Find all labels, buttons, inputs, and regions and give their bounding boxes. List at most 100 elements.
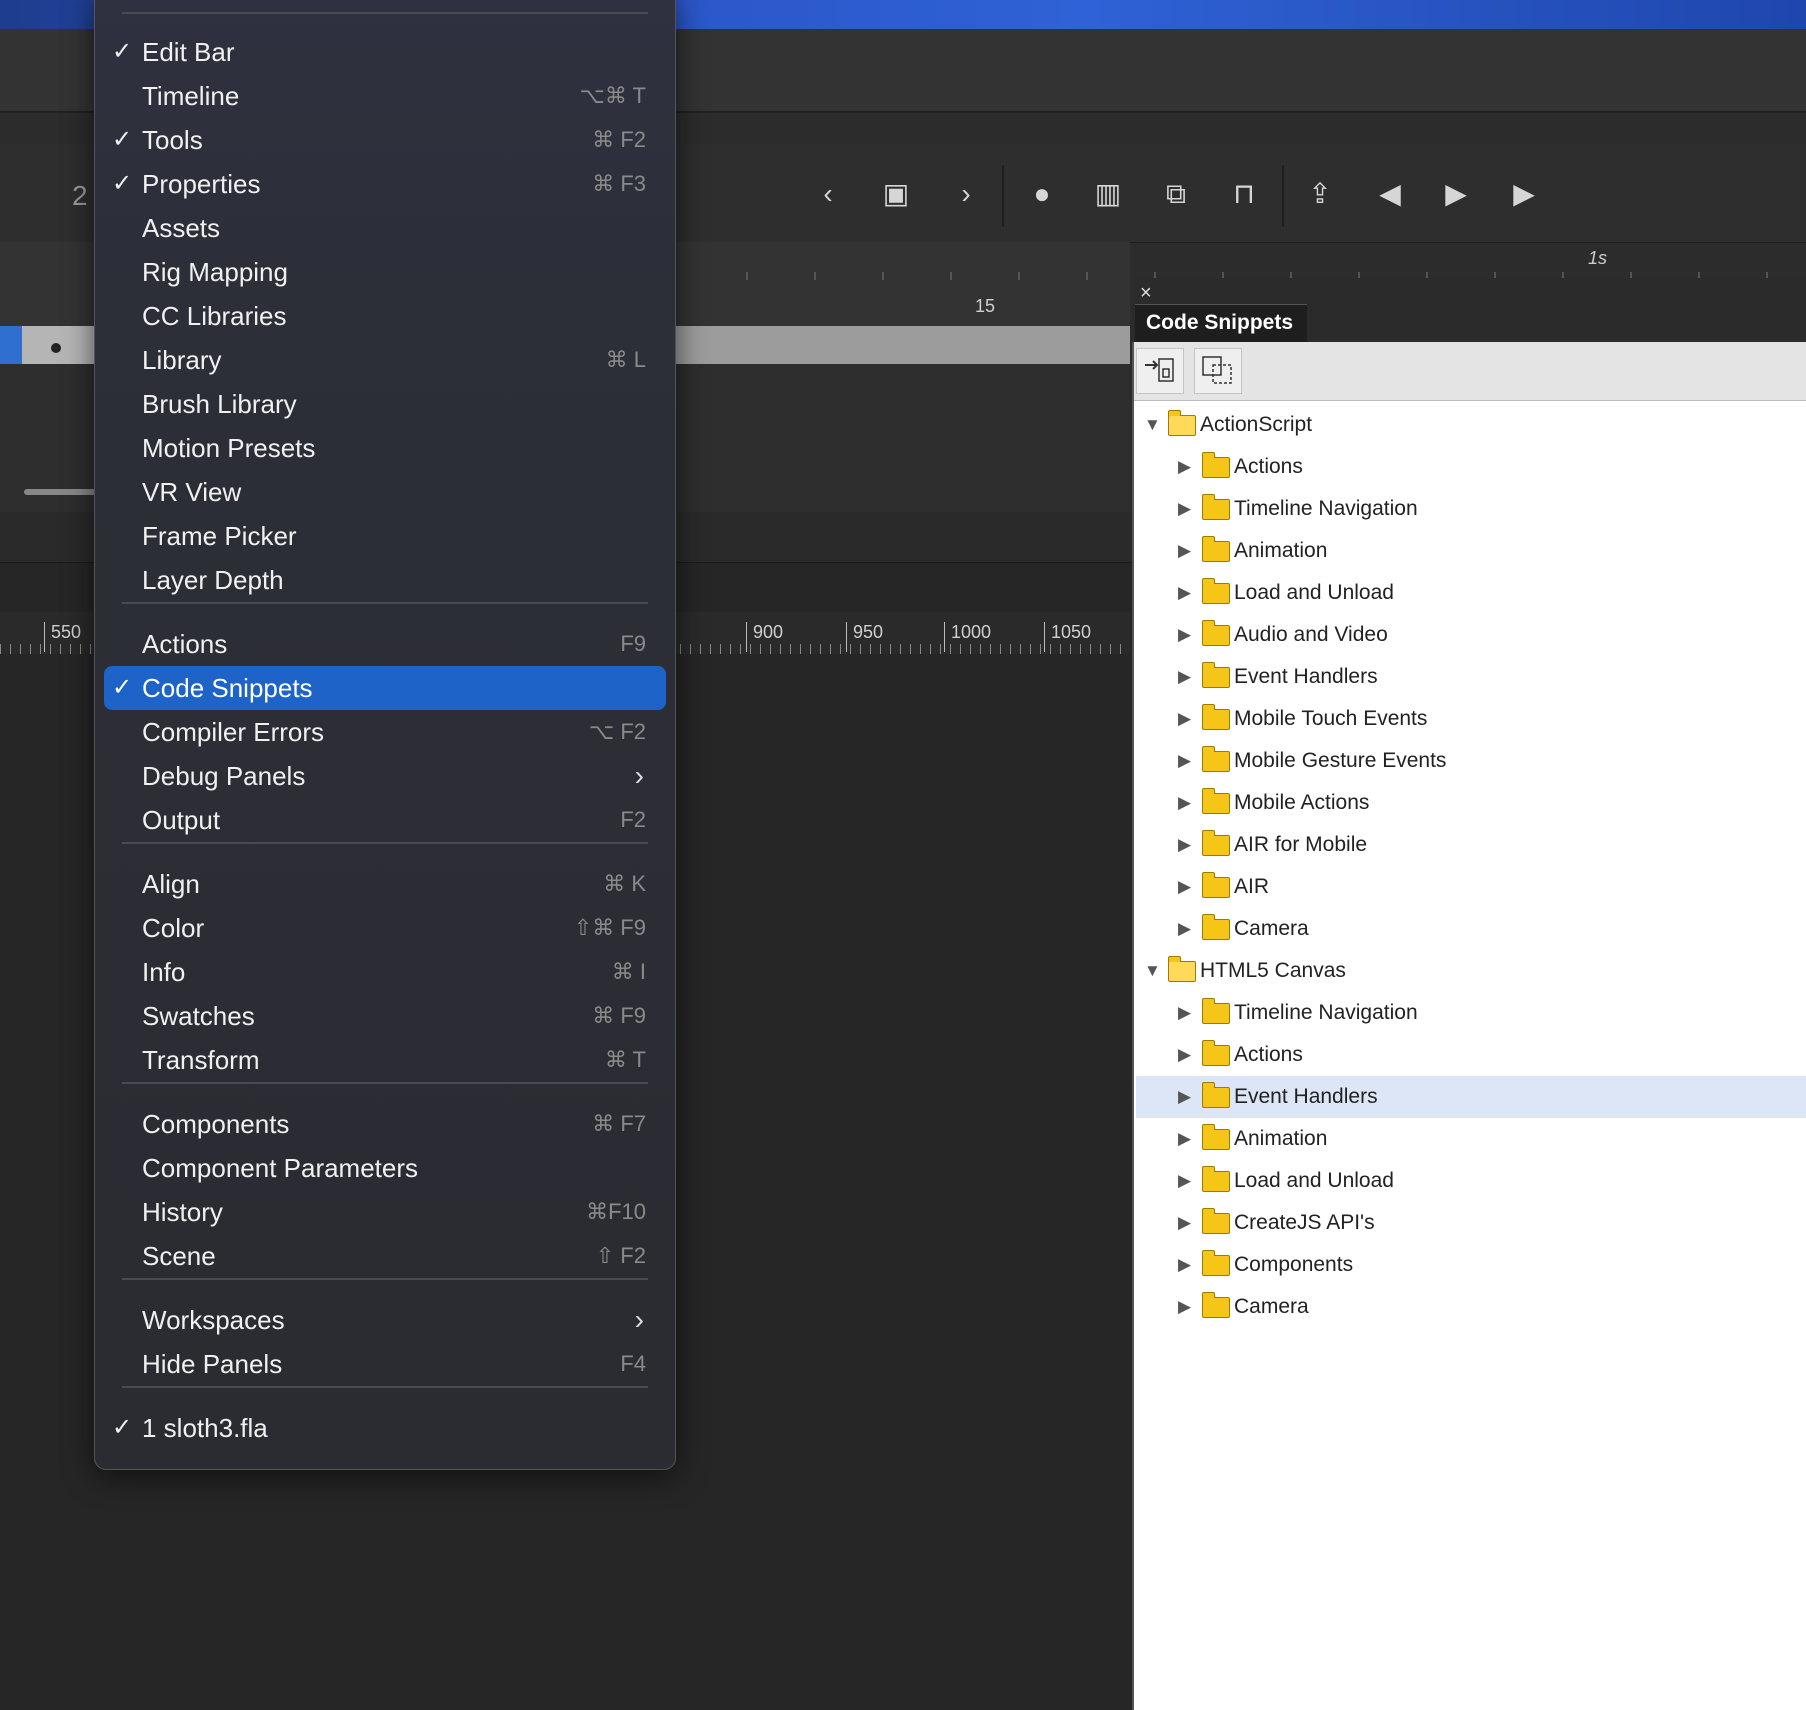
next-keyframe-icon[interactable]: ›: [948, 172, 984, 216]
tree-folder[interactable]: ▶ AIR for Mobile: [1136, 824, 1806, 866]
tree-folder[interactable]: ▶ Load and Unload: [1136, 1160, 1806, 1202]
menu-item-brush-library[interactable]: Brush Library: [104, 382, 666, 426]
menu-item-align[interactable]: Align ⌘ K: [104, 862, 666, 906]
tree-folder[interactable]: ▶ Camera: [1136, 908, 1806, 950]
menu-item-workspaces[interactable]: Workspaces ›: [104, 1298, 666, 1342]
tree-folder[interactable]: ▶ Mobile Touch Events: [1136, 698, 1806, 740]
tree-label: Event Handlers: [1234, 1085, 1378, 1108]
collapse-triangle-icon[interactable]: ▼: [1144, 950, 1161, 992]
menu-item-actions[interactable]: Actions F9: [104, 622, 666, 666]
menu-item-output[interactable]: Output F2: [104, 798, 666, 842]
menu-item-1-sloth3-fla[interactable]: ✓ 1 sloth3.fla: [104, 1406, 666, 1450]
onion-skin-icon[interactable]: ●: [1024, 172, 1060, 216]
expand-triangle-icon[interactable]: ▶: [1178, 782, 1191, 824]
insert-keyframe-icon[interactable]: ▣: [878, 172, 914, 216]
expand-triangle-icon[interactable]: ▶: [1178, 1202, 1191, 1244]
tree-folder[interactable]: ▶ Timeline Navigation: [1136, 488, 1806, 530]
tree-label: Actions: [1234, 455, 1303, 478]
tree-folder[interactable]: ▶ Animation: [1136, 1118, 1806, 1160]
copy-icon: [1202, 356, 1232, 384]
expand-triangle-icon[interactable]: ▶: [1178, 992, 1191, 1034]
sync-symbols-icon[interactable]: ⧉: [1158, 172, 1194, 216]
menu-item-timeline[interactable]: Timeline ⌥⌘ T: [104, 74, 666, 118]
menu-item-code-snippets[interactable]: ✓ Code Snippets: [104, 666, 666, 710]
menu-item-rig-mapping[interactable]: Rig Mapping: [104, 250, 666, 294]
tree-folder[interactable]: ▶ Event Handlers: [1136, 1076, 1806, 1118]
expand-triangle-icon[interactable]: ▶: [1178, 908, 1191, 950]
expand-triangle-icon[interactable]: ▶: [1178, 1076, 1191, 1118]
menu-item-tools[interactable]: ✓ Tools ⌘ F2: [104, 118, 666, 162]
menu-item-vr-view[interactable]: VR View: [104, 470, 666, 514]
expand-triangle-icon[interactable]: ▶: [1178, 572, 1191, 614]
tree-folder[interactable]: ▶ Actions: [1136, 446, 1806, 488]
expand-triangle-icon[interactable]: ▶: [1178, 1244, 1191, 1286]
previous-keyframe-icon[interactable]: ‹: [810, 172, 846, 216]
menu-item-properties[interactable]: ✓ Properties ⌘ F3: [104, 162, 666, 206]
tree-folder[interactable]: ▶ Components: [1136, 1244, 1806, 1286]
menu-item-assets[interactable]: Assets: [104, 206, 666, 250]
menu-item-label: Edit Bar: [142, 37, 235, 67]
tab-code-snippets[interactable]: Code Snippets: [1135, 304, 1307, 342]
edit-multiple-frames-icon[interactable]: ▥: [1090, 172, 1126, 216]
expand-triangle-icon[interactable]: ▶: [1178, 866, 1191, 908]
menu-item-info[interactable]: Info ⌘ I: [104, 950, 666, 994]
step-forward-icon[interactable]: ▶: [1506, 172, 1542, 216]
menu-item-motion-presets[interactable]: Motion Presets: [104, 426, 666, 470]
tree-folder[interactable]: ▶ Timeline Navigation: [1136, 992, 1806, 1034]
menu-item-compiler-errors[interactable]: Compiler Errors ⌥ F2: [104, 710, 666, 754]
expand-triangle-icon[interactable]: ▶: [1178, 656, 1191, 698]
menu-item-components[interactable]: Components ⌘ F7: [104, 1102, 666, 1146]
expand-triangle-icon[interactable]: ▶: [1178, 446, 1191, 488]
menu-item-component-parameters[interactable]: Component Parameters: [104, 1146, 666, 1190]
menu-shortcut: F2: [620, 807, 646, 832]
tween-icon[interactable]: ⊓: [1226, 172, 1262, 216]
tree-group[interactable]: ▼ HTML5 Canvas: [1136, 950, 1806, 992]
step-back-icon[interactable]: ◀: [1372, 172, 1408, 216]
tree-folder[interactable]: ▶ Event Handlers: [1136, 656, 1806, 698]
menu-item-transform[interactable]: Transform ⌘ T: [104, 1038, 666, 1082]
menu-item-scene[interactable]: Scene ⇧ F2: [104, 1234, 666, 1278]
expand-triangle-icon[interactable]: ▶: [1178, 740, 1191, 782]
tree-folder[interactable]: ▶ Audio and Video: [1136, 614, 1806, 656]
tree-folder[interactable]: ▶ Mobile Gesture Events: [1136, 740, 1806, 782]
menu-item-layer-depth[interactable]: Layer Depth: [104, 558, 666, 602]
menu-item-cc-libraries[interactable]: CC Libraries: [104, 294, 666, 338]
tree-folder[interactable]: ▶ CreateJS API's: [1136, 1202, 1806, 1244]
menu-item-hide-panels[interactable]: Hide Panels F4: [104, 1342, 666, 1386]
expand-triangle-icon[interactable]: ▶: [1178, 698, 1191, 740]
tree-folder[interactable]: ▶ Actions: [1136, 1034, 1806, 1076]
menu-item-history[interactable]: History ⌘F10: [104, 1190, 666, 1234]
expand-triangle-icon[interactable]: ▶: [1178, 1286, 1191, 1328]
menu-item-library[interactable]: Library ⌘ L: [104, 338, 666, 382]
expand-triangle-icon[interactable]: ▶: [1178, 824, 1191, 866]
menu-item-swatches[interactable]: Swatches ⌘ F9: [104, 994, 666, 1038]
add-to-frame-button[interactable]: [1136, 348, 1184, 394]
expand-triangle-icon[interactable]: ▶: [1178, 1160, 1191, 1202]
folder-icon: [1202, 662, 1230, 688]
menu-item-debug-panels[interactable]: Debug Panels ›: [104, 754, 666, 798]
menu-item-label: Layer Depth: [142, 565, 284, 595]
loop-icon[interactable]: ⇪: [1302, 172, 1338, 216]
menu-shortcut: ⌘F10: [586, 1199, 646, 1224]
tree-folder[interactable]: ▶ Mobile Actions: [1136, 782, 1806, 824]
collapse-triangle-icon[interactable]: ▼: [1144, 404, 1161, 446]
expand-triangle-icon[interactable]: ▶: [1178, 488, 1191, 530]
tree-folder[interactable]: ▶ Load and Unload: [1136, 572, 1806, 614]
play-icon[interactable]: ▶: [1438, 172, 1474, 216]
expand-triangle-icon[interactable]: ▶: [1178, 530, 1191, 572]
menu-item-frame-picker[interactable]: Frame Picker: [104, 514, 666, 558]
tree-folder[interactable]: ▶ Camera: [1136, 1286, 1806, 1328]
expand-triangle-icon[interactable]: ▶: [1178, 1034, 1191, 1076]
menu-item-label: Component Parameters: [142, 1153, 419, 1183]
menu-item-color[interactable]: Color ⇧⌘ F9: [104, 906, 666, 950]
copy-to-clipboard-button[interactable]: [1194, 348, 1242, 394]
tree-group[interactable]: ▼ ActionScript: [1136, 404, 1806, 446]
menu-item-edit-bar[interactable]: ✓ Edit Bar: [104, 30, 666, 74]
timeline-scrollbar[interactable]: [24, 489, 104, 495]
selected-layer-indicator: [0, 326, 22, 364]
expand-triangle-icon[interactable]: ▶: [1178, 614, 1191, 656]
close-icon[interactable]: ×: [1140, 282, 1152, 305]
tree-folder[interactable]: ▶ Animation: [1136, 530, 1806, 572]
expand-triangle-icon[interactable]: ▶: [1178, 1118, 1191, 1160]
tree-folder[interactable]: ▶ AIR: [1136, 866, 1806, 908]
